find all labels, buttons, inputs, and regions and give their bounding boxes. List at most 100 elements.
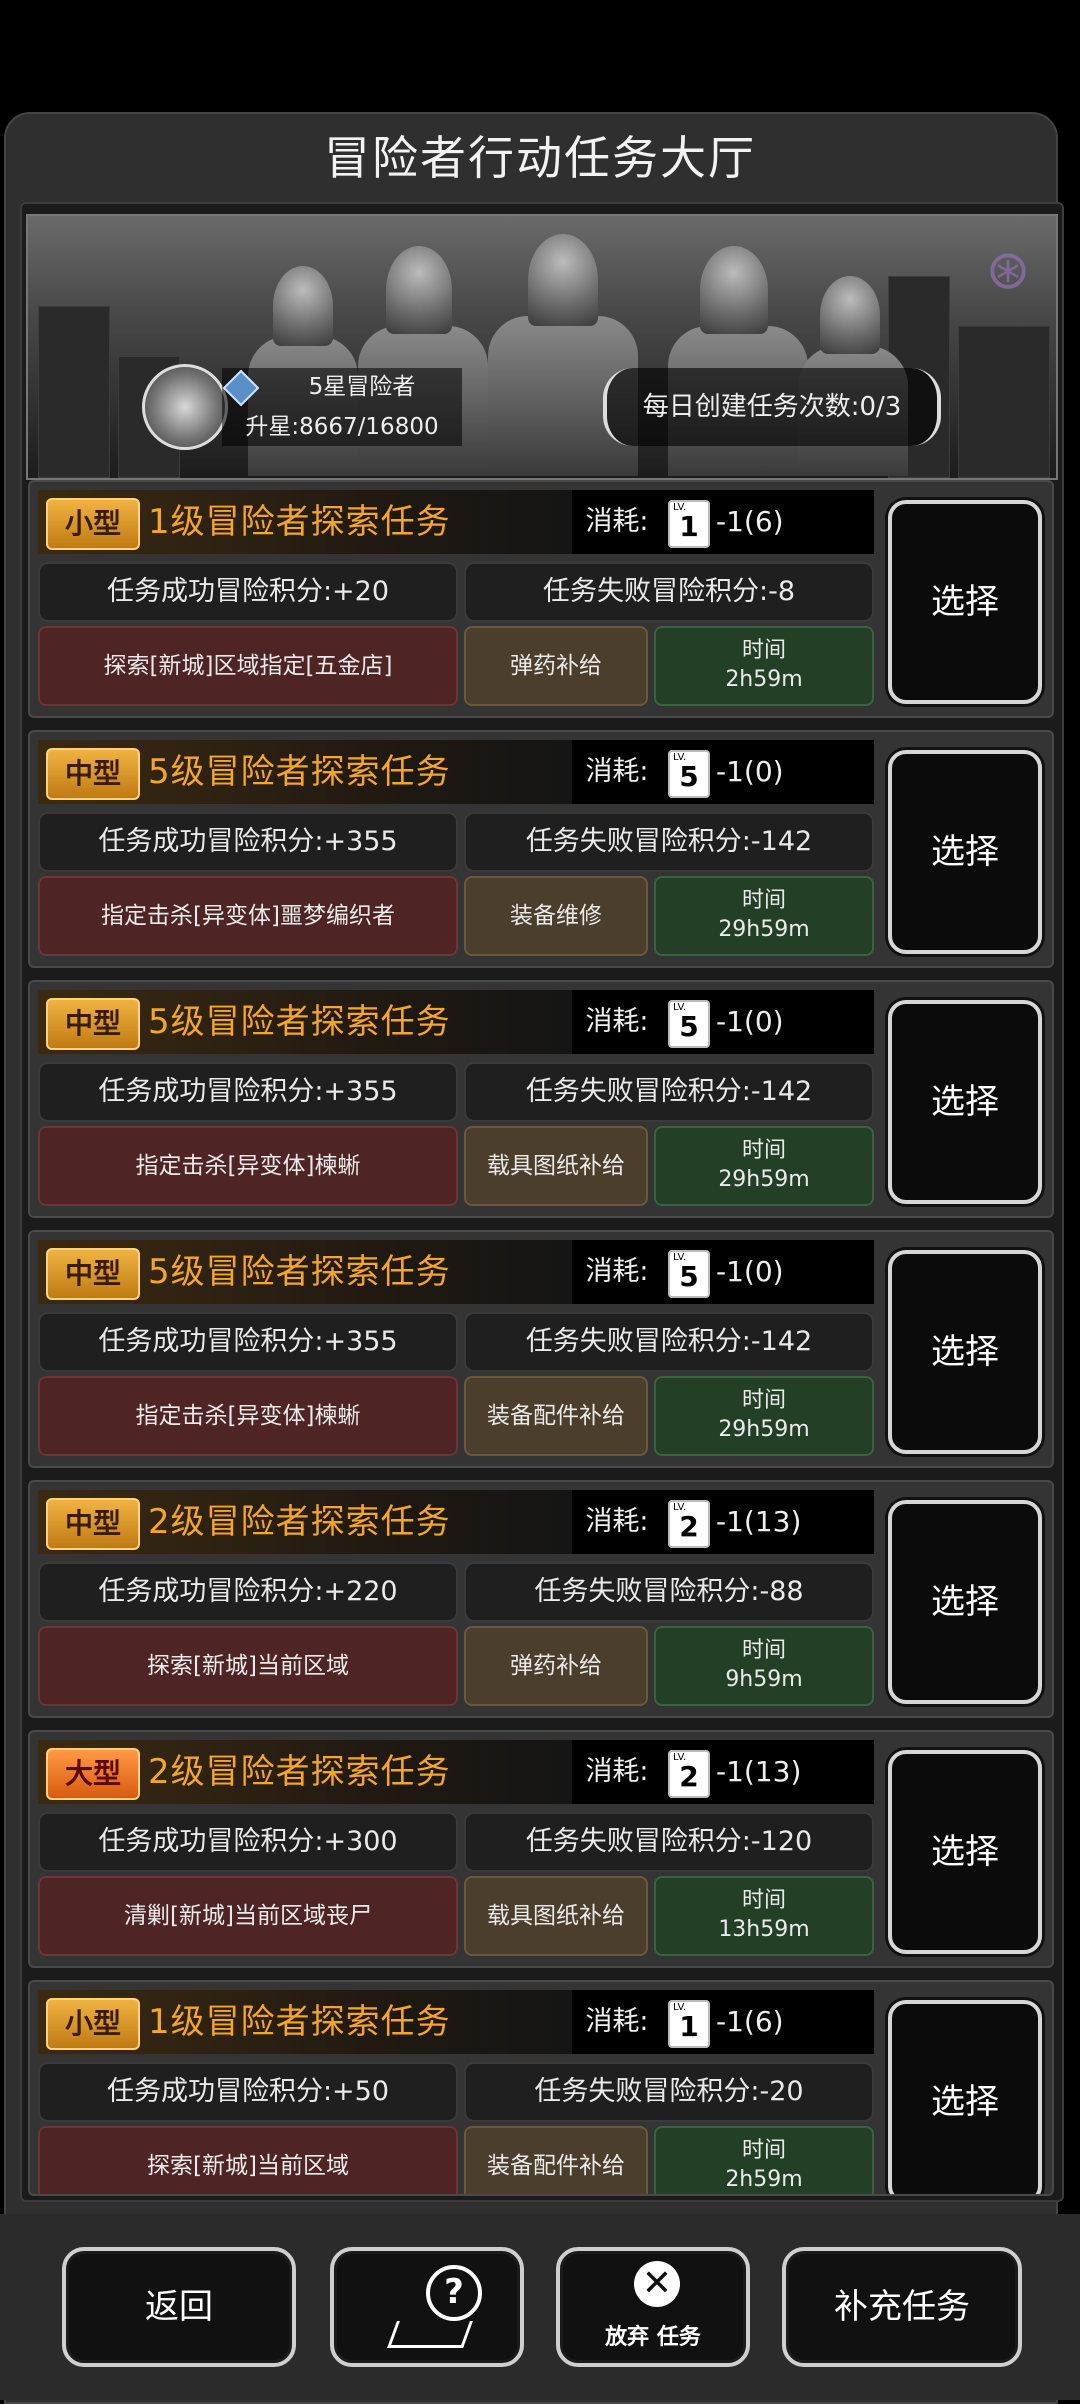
task-header: 小型 1级冒险者探索任务 消耗: LV. 1 -1(6) bbox=[38, 490, 874, 554]
time-value: 2h59m bbox=[725, 2167, 803, 2192]
time-value: 13h59m bbox=[718, 1917, 810, 1942]
level-ticket-number: 5 bbox=[679, 760, 699, 793]
rank-progress: 升星:8667/16800 bbox=[245, 414, 439, 440]
cost-value: -1(6) bbox=[716, 505, 784, 538]
adventurer-head bbox=[820, 276, 880, 354]
level-ticket-number: 1 bbox=[679, 2010, 699, 2043]
task-size-badge: 中型 bbox=[46, 998, 140, 1050]
level-ticket-icon: LV. 1 bbox=[668, 2000, 710, 2048]
help-button[interactable]: ? bbox=[330, 2247, 524, 2367]
cost-label: 消耗: bbox=[585, 1506, 649, 1537]
time-label: 时间 bbox=[741, 1138, 786, 1163]
task-size-badge: 大型 bbox=[46, 1748, 140, 1800]
help-map-icon: ? bbox=[426, 2265, 482, 2321]
abandon-task-button[interactable]: ✕ 放弃 任务 bbox=[556, 2247, 750, 2367]
task-header: 中型 5级冒险者探索任务 消耗: LV. 5 -1(0) bbox=[38, 1240, 874, 1304]
adventurer-head bbox=[528, 234, 598, 326]
adventurer-head bbox=[273, 266, 333, 346]
level-ticket-number: 5 bbox=[679, 1010, 699, 1043]
time-label: 时间 bbox=[741, 2138, 786, 2163]
success-points: 任务成功冒险积分:+20 bbox=[38, 562, 458, 622]
task-target: 探索[新城]当前区域 bbox=[38, 1626, 458, 1706]
task-size-badge: 小型 bbox=[46, 1998, 140, 2050]
task-header: 中型 5级冒险者探索任务 消耗: LV. 5 -1(0) bbox=[38, 990, 874, 1054]
select-button[interactable]: 选择 bbox=[888, 1250, 1042, 1454]
task-target: 清剿[新城]当前区域丧尸 bbox=[38, 1876, 458, 1956]
task-time: 时间 29h59m bbox=[654, 1126, 874, 1206]
fail-points: 任务失败冒险积分:-120 bbox=[464, 1812, 874, 1872]
select-button[interactable]: 选择 bbox=[888, 2000, 1042, 2194]
cost-value: -1(0) bbox=[716, 1255, 784, 1288]
cost-value: -1(0) bbox=[716, 1005, 784, 1038]
task-time: 时间 29h59m bbox=[654, 1376, 874, 1456]
cost-value: -1(13) bbox=[716, 1755, 802, 1788]
task-card: 中型 5级冒险者探索任务 消耗: LV. 5 -1(0) 任务成功冒险积分:+355 任务失败… bbox=[28, 730, 1054, 968]
fail-points: 任务失败冒险积分:-142 bbox=[464, 812, 874, 872]
task-name: 1级冒险者探索任务 bbox=[148, 2002, 451, 2042]
select-button[interactable]: 选择 bbox=[888, 500, 1042, 704]
task-header: 大型 2级冒险者探索任务 消耗: LV. 2 -1(13) bbox=[38, 1740, 874, 1804]
task-header: 小型 1级冒险者探索任务 消耗: LV. 1 -1(6) bbox=[38, 1990, 874, 2054]
task-name: 2级冒险者探索任务 bbox=[148, 1752, 451, 1792]
select-button[interactable]: 选择 bbox=[888, 1500, 1042, 1704]
refill-task-button[interactable]: 补充任务 bbox=[782, 2247, 1022, 2367]
success-points: 任务成功冒险积分:+220 bbox=[38, 1562, 458, 1622]
task-target: 探索[新城]当前区域 bbox=[38, 2126, 458, 2194]
task-card: 大型 2级冒险者探索任务 消耗: LV. 2 -1(13) 任务成功冒险积分:+300 任务失… bbox=[28, 1730, 1054, 1968]
task-target: 指定击杀[异变体]楝蜥 bbox=[38, 1126, 458, 1206]
fail-points: 任务失败冒险积分:-142 bbox=[464, 1312, 874, 1372]
task-reward: 载具图纸补给 bbox=[464, 1876, 648, 1956]
cost-value: -1(0) bbox=[716, 755, 784, 788]
cost-label: 消耗: bbox=[585, 506, 649, 537]
success-points: 任务成功冒险积分:+50 bbox=[38, 2062, 458, 2122]
time-value: 29h59m bbox=[718, 1417, 810, 1442]
task-card: 小型 1级冒险者探索任务 消耗: LV. 1 -1(6) 任务成功冒险积分:+50 任务失败冒… bbox=[28, 1980, 1054, 2196]
task-time: 时间 29h59m bbox=[654, 876, 874, 956]
rank-name: 5星冒险者 bbox=[308, 374, 416, 400]
task-reward: 装备配件补给 bbox=[464, 2126, 648, 2194]
faction-emblem-icon: ⊛ bbox=[985, 238, 1031, 301]
select-button[interactable]: 选择 bbox=[888, 750, 1042, 954]
task-time: 时间 9h59m bbox=[654, 1626, 874, 1706]
time-label: 时间 bbox=[741, 1638, 786, 1663]
task-target: 探索[新城]区域指定[五金店] bbox=[38, 626, 458, 706]
task-name: 1级冒险者探索任务 bbox=[148, 502, 451, 542]
success-points: 任务成功冒险积分:+355 bbox=[38, 1062, 458, 1122]
player-avatar[interactable] bbox=[142, 364, 228, 450]
level-ticket-number: 2 bbox=[679, 1760, 699, 1793]
time-value: 29h59m bbox=[718, 1167, 810, 1192]
task-reward: 载具图纸补给 bbox=[464, 1126, 648, 1206]
level-ticket-number: 1 bbox=[679, 510, 699, 543]
fail-points: 任务失败冒险积分:-8 bbox=[464, 562, 874, 622]
time-label: 时间 bbox=[741, 1388, 786, 1413]
cost-value: -1(6) bbox=[716, 2005, 784, 2038]
task-time: 时间 2h59m bbox=[654, 626, 874, 706]
select-button[interactable]: 选择 bbox=[888, 1750, 1042, 1954]
level-ticket-icon: LV. 5 bbox=[668, 750, 710, 798]
task-name: 2级冒险者探索任务 bbox=[148, 1502, 451, 1542]
building bbox=[38, 306, 110, 478]
task-name: 5级冒险者探索任务 bbox=[148, 1252, 451, 1292]
cost-label: 消耗: bbox=[585, 1756, 649, 1787]
adventurer-head bbox=[386, 246, 452, 334]
cost-label: 消耗: bbox=[585, 1256, 649, 1287]
daily-task-count: 每日创建任务次数:0/3 bbox=[603, 368, 941, 446]
task-name: 5级冒险者探索任务 bbox=[148, 752, 451, 792]
select-button[interactable]: 选择 bbox=[888, 1000, 1042, 1204]
back-button[interactable]: 返回 bbox=[62, 2247, 296, 2367]
fail-points: 任务失败冒险积分:-142 bbox=[464, 1062, 874, 1122]
level-ticket-icon: LV. 2 bbox=[668, 1750, 710, 1798]
task-reward: 装备维修 bbox=[464, 876, 648, 956]
task-header: 中型 5级冒险者探索任务 消耗: LV. 5 -1(0) bbox=[38, 740, 874, 804]
level-ticket-icon: LV. 5 bbox=[668, 1000, 710, 1048]
cost-label: 消耗: bbox=[585, 1006, 649, 1037]
time-value: 2h59m bbox=[725, 667, 803, 692]
level-ticket-icon: LV. 5 bbox=[668, 1250, 710, 1298]
time-value: 9h59m bbox=[725, 1667, 803, 1692]
level-ticket-number: 2 bbox=[679, 1510, 699, 1543]
time-label: 时间 bbox=[741, 888, 786, 913]
fail-points: 任务失败冒险积分:-88 bbox=[464, 1562, 874, 1622]
cost-value: -1(13) bbox=[716, 1505, 802, 1538]
task-size-badge: 中型 bbox=[46, 748, 140, 800]
task-header: 中型 2级冒险者探索任务 消耗: LV. 2 -1(13) bbox=[38, 1490, 874, 1554]
